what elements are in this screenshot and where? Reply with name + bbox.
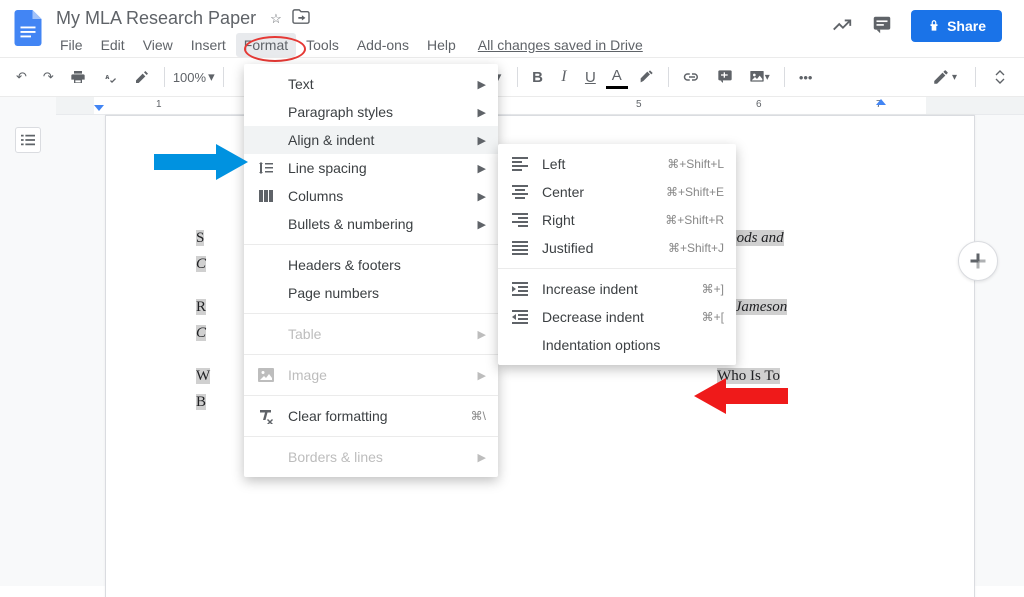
menu-help[interactable]: Help	[419, 33, 464, 57]
menu-columns[interactable]: Columns▶	[244, 182, 498, 210]
paint-format-icon[interactable]	[128, 65, 156, 89]
insert-comment-icon[interactable]	[711, 65, 739, 89]
submenu-decrease-indent[interactable]: Decrease indent⌘+[	[498, 303, 736, 331]
document-title[interactable]: My MLA Research Paper	[52, 6, 260, 31]
image-icon	[256, 368, 276, 382]
submenu-align-center[interactable]: Center⌘+Shift+E	[498, 178, 736, 206]
menu-line-spacing[interactable]: Line spacing▶	[244, 154, 498, 182]
align-center-icon	[510, 185, 530, 199]
ruler-tick: 6	[756, 99, 762, 110]
more-button[interactable]: •••	[793, 66, 819, 89]
submenu-align-left[interactable]: Left⌘+Shift+L	[498, 150, 736, 178]
horizontal-ruler[interactable]: 1 3 5 6 7	[56, 97, 1024, 115]
spellcheck-icon[interactable]	[96, 65, 124, 89]
save-status[interactable]: All changes saved in Drive	[478, 37, 643, 53]
menu-edit[interactable]: Edit	[93, 33, 133, 57]
star-icon[interactable]: ☆	[270, 11, 282, 27]
toolbar: ↶ ↷ 100% ▾ 11 ▾ B I U A ▾ ••• ▾	[0, 57, 1024, 97]
right-indent-marker[interactable]	[876, 99, 886, 105]
move-to-folder-icon[interactable]	[292, 9, 310, 28]
body-text: R	[196, 299, 206, 315]
activity-icon[interactable]	[831, 14, 853, 39]
body-text: C	[196, 256, 206, 272]
chevron-down-icon: ▾	[765, 72, 770, 83]
menu-view[interactable]: View	[135, 33, 181, 57]
align-left-icon	[510, 157, 530, 171]
submenu-indentation-options[interactable]: Indentation options	[498, 331, 736, 359]
body-text: S	[196, 230, 204, 246]
align-indent-submenu: Left⌘+Shift+L Center⌘+Shift+E Right⌘+Shi…	[498, 144, 736, 365]
menu-tools[interactable]: Tools	[298, 33, 347, 57]
body-text: C	[196, 325, 206, 341]
highlight-button[interactable]	[632, 65, 660, 89]
zoom-value: 100%	[173, 70, 206, 85]
menu-align-indent[interactable]: Align & indent▶	[244, 126, 498, 154]
italic-button[interactable]: I	[553, 64, 575, 90]
body-text: Who Is To	[717, 368, 780, 384]
columns-icon	[256, 188, 276, 204]
menu-page-numbers[interactable]: Page numbers	[244, 279, 498, 307]
ruler-tick: 1	[156, 99, 162, 110]
share-button[interactable]: Share	[911, 10, 1002, 42]
menu-headers-footers[interactable]: Headers & footers	[244, 251, 498, 279]
bold-button[interactable]: B	[526, 65, 549, 90]
submenu-increase-indent[interactable]: Increase indent⌘+]	[498, 275, 736, 303]
menu-format[interactable]: Format	[236, 33, 296, 57]
chevron-down-icon: ▾	[208, 69, 215, 85]
align-justified-icon	[510, 241, 530, 255]
outline-toggle-icon[interactable]	[15, 127, 41, 153]
menu-addons[interactable]: Add-ons	[349, 33, 417, 57]
editing-mode-button[interactable]: ▾	[926, 64, 965, 90]
ruler-tick: 5	[636, 99, 642, 110]
underline-button[interactable]: U	[579, 65, 602, 90]
print-icon[interactable]	[64, 65, 92, 89]
insert-link-icon[interactable]	[677, 66, 707, 88]
increase-indent-icon	[510, 282, 530, 296]
clear-formatting-icon	[256, 408, 276, 424]
insert-image-icon[interactable]: ▾	[743, 65, 776, 89]
submenu-align-right[interactable]: Right⌘+Shift+R	[498, 206, 736, 234]
comments-icon[interactable]	[871, 14, 893, 39]
format-menu-popup: Text▶ Paragraph styles▶ Align & indent▶ …	[244, 64, 498, 477]
share-label: Share	[947, 18, 986, 34]
body-text: B	[196, 394, 206, 410]
menu-file[interactable]: File	[52, 33, 91, 57]
docs-logo[interactable]	[10, 6, 46, 50]
menu-paragraph-styles[interactable]: Paragraph styles▶	[244, 98, 498, 126]
chevron-down-icon: ▾	[952, 72, 957, 83]
decrease-indent-icon	[510, 310, 530, 324]
explore-button[interactable]	[958, 241, 998, 281]
body-text: W	[196, 368, 210, 384]
menu-borders-lines: Borders & lines▶	[244, 443, 498, 471]
left-indent-marker[interactable]	[94, 105, 104, 111]
menu-clear-formatting[interactable]: Clear formatting⌘\	[244, 402, 498, 430]
menu-table: Table▶	[244, 320, 498, 348]
expand-icon[interactable]	[986, 65, 1014, 89]
text-color-button[interactable]: A	[606, 66, 628, 89]
undo-icon[interactable]: ↶	[10, 65, 33, 89]
line-spacing-icon	[256, 160, 276, 176]
redo-icon[interactable]: ↷	[37, 65, 60, 89]
align-right-icon	[510, 213, 530, 227]
menu-image: Image▶	[244, 361, 498, 389]
menu-insert[interactable]: Insert	[183, 33, 234, 57]
zoom-select[interactable]: 100% ▾	[173, 69, 215, 85]
menu-text[interactable]: Text▶	[244, 70, 498, 98]
menu-bullets-numbering[interactable]: Bullets & numbering▶	[244, 210, 498, 238]
submenu-align-justified[interactable]: Justified⌘+Shift+J	[498, 234, 736, 262]
